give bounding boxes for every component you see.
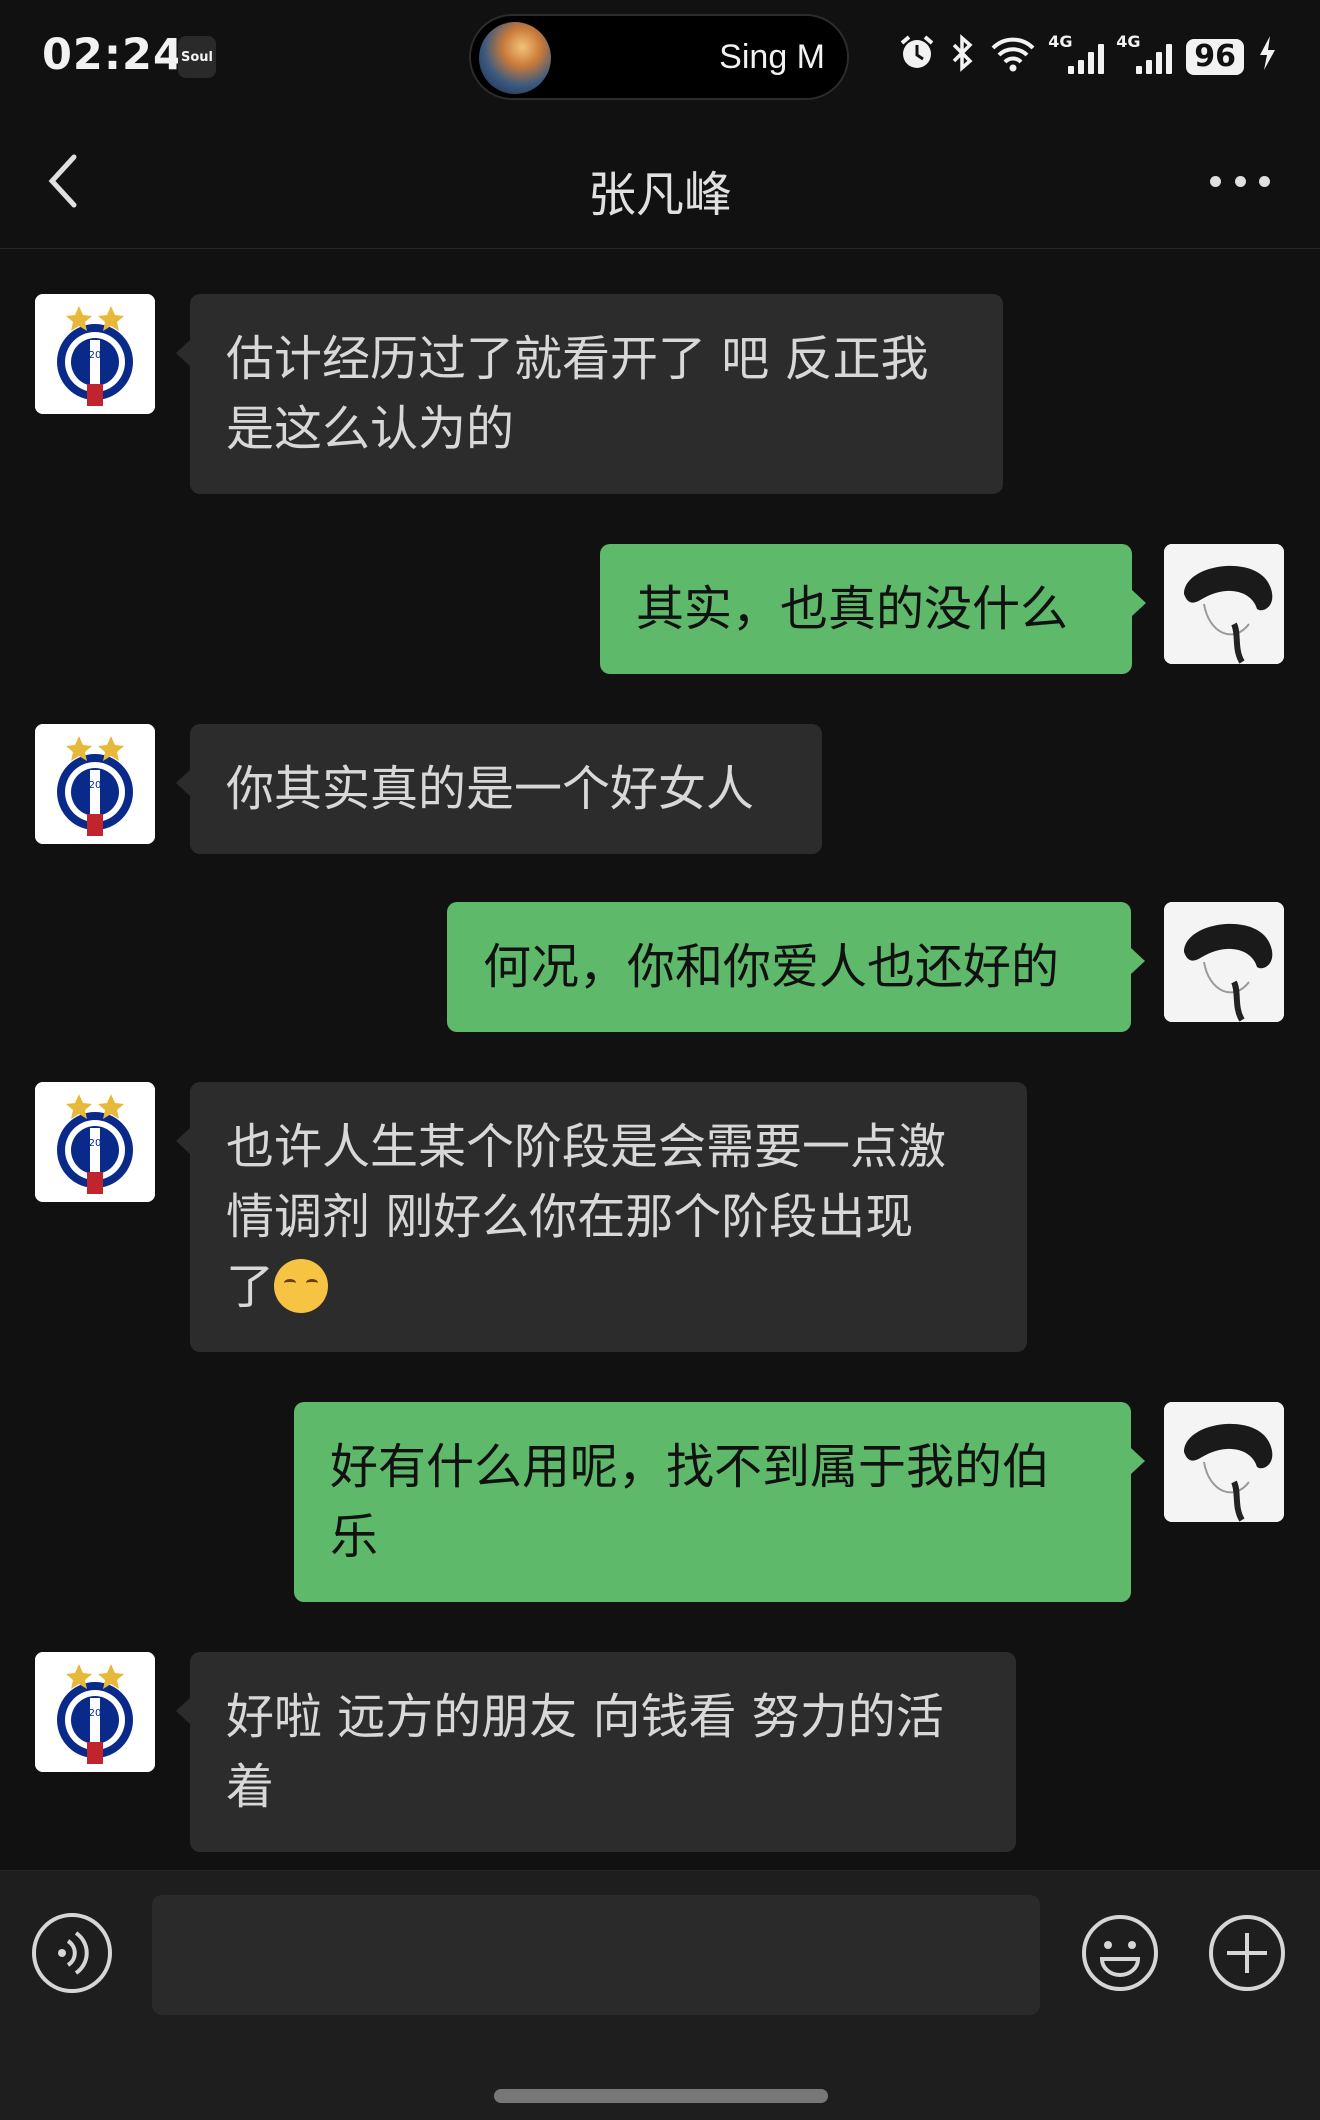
- album-art: [479, 22, 551, 94]
- emoji-button[interactable]: [1080, 1913, 1160, 1993]
- status-bar: 02:24 Soul Sing M 4G 4G 96: [0, 0, 1320, 115]
- contact-avatar[interactable]: 20: [35, 294, 155, 414]
- smiley-icon: [1082, 1915, 1158, 1991]
- dynamic-island-media[interactable]: Sing M: [469, 14, 849, 100]
- message-input[interactable]: [152, 1895, 1040, 2015]
- battery-level: 96: [1186, 39, 1244, 75]
- more-options-button[interactable]: [1210, 169, 1270, 193]
- message-bubble-incoming[interactable]: 你其实真的是一个好女人: [176, 724, 822, 854]
- bluetooth-icon: [950, 34, 976, 80]
- voice-icon: [58, 1931, 89, 1975]
- message-list[interactable]: 20 估计经历过了就看开了 吧 反正我 是这么认为的 其实，也真的没什么 20 …: [0, 250, 1320, 1870]
- more-functions-button[interactable]: [1207, 1913, 1287, 1993]
- contact-avatar[interactable]: 20: [35, 1652, 155, 1772]
- contact-avatar[interactable]: 20: [35, 1082, 155, 1202]
- now-playing-title: Sing M: [719, 38, 825, 76]
- smiling-face-emoji-icon: [274, 1259, 329, 1313]
- message-bubble-incoming[interactable]: 好啦 远方的朋友 向钱看 努力的活 着: [176, 1652, 1016, 1852]
- status-time: 02:24: [42, 30, 184, 80]
- soul-app-icon: Soul: [178, 36, 216, 78]
- message-bubble-outgoing[interactable]: 何况，你和你爱人也还好的: [447, 902, 1145, 1032]
- voice-input-button[interactable]: [32, 1913, 112, 1993]
- more-dot-icon: [1210, 175, 1221, 187]
- user-avatar[interactable]: [1164, 1402, 1284, 1522]
- cellular-signal-1-icon: 4G: [1048, 32, 1105, 74]
- user-avatar[interactable]: [1164, 902, 1284, 1022]
- chat-header: 张凡峰: [0, 115, 1320, 249]
- status-icons: 4G 4G 96: [898, 32, 1276, 80]
- alarm-icon: [898, 34, 936, 80]
- more-dot-icon: [1259, 175, 1270, 187]
- message-text: 也许人生某个阶段是会需要一点激 情调剂 刚好么你在那个阶段出现 了: [226, 1119, 947, 1315]
- svg-text:20: 20: [89, 1708, 102, 1719]
- wifi-icon: [990, 34, 1036, 80]
- chat-title: 张凡峰: [587, 167, 732, 223]
- svg-text:20: 20: [89, 1138, 102, 1149]
- contact-avatar[interactable]: 20: [35, 724, 155, 844]
- svg-text:20: 20: [89, 350, 102, 361]
- message-bubble-incoming[interactable]: 也许人生某个阶段是会需要一点激 情调剂 刚好么你在那个阶段出现 了: [176, 1082, 1027, 1352]
- message-bubble-outgoing[interactable]: 其实，也真的没什么: [600, 544, 1146, 674]
- home-indicator[interactable]: [494, 2089, 828, 2103]
- cellular-signal-2-icon: 4G: [1116, 32, 1173, 74]
- svg-text:20: 20: [89, 780, 102, 791]
- charging-icon: [1258, 36, 1276, 78]
- user-avatar[interactable]: [1164, 544, 1284, 664]
- message-bubble-outgoing[interactable]: 好有什么用呢，找不到属于我的伯 乐: [294, 1402, 1145, 1602]
- chat-input-bar: [0, 1870, 1320, 2120]
- more-dot-icon: [1234, 175, 1246, 187]
- plus-icon: [1209, 1915, 1285, 1991]
- message-bubble-incoming[interactable]: 估计经历过了就看开了 吧 反正我 是这么认为的: [176, 294, 1003, 494]
